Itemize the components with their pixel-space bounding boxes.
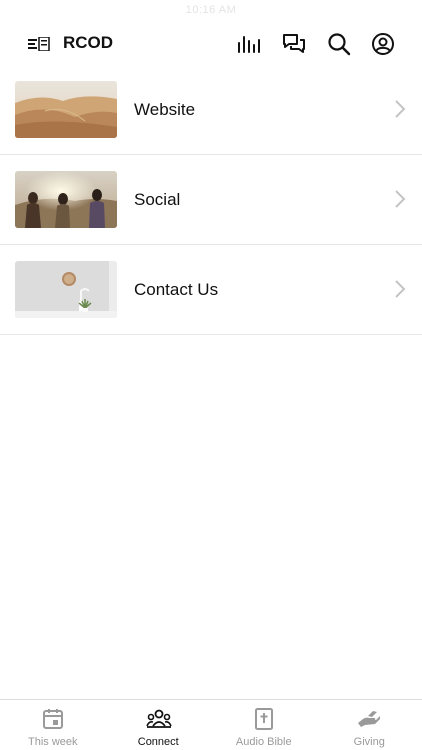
app-header: RCOD: [0, 24, 422, 64]
audio-bars-icon[interactable]: [236, 31, 262, 57]
app-title: RCOD: [63, 33, 114, 52]
list-item-label: Social: [134, 190, 181, 209]
tab-this-week[interactable]: This week: [0, 700, 106, 750]
chevron-right-icon: [394, 280, 406, 298]
calendar-icon: [41, 708, 65, 730]
search-icon[interactable]: [326, 31, 352, 57]
chevron-right-icon: [394, 100, 406, 118]
bottom-tab-bar: This week Connect Audio Bible Giving: [0, 699, 422, 750]
tab-label: Audio Bible: [235, 736, 292, 748]
tab-label: Giving: [353, 736, 385, 748]
list-item-contact-us[interactable]: Contact Us: [0, 245, 422, 335]
giving-hand-icon: [357, 708, 381, 730]
church-logo-icon: [28, 36, 50, 52]
chat-icon[interactable]: [281, 31, 307, 57]
list-item-label: Website: [134, 100, 196, 119]
list-item-website[interactable]: Website: [0, 65, 422, 155]
wall-clock-plant-photo: [15, 261, 117, 318]
bible-icon: [252, 708, 276, 730]
desert-dunes-photo: [15, 81, 117, 138]
tab-label: This week: [27, 736, 78, 748]
tab-audio-bible[interactable]: Audio Bible: [211, 700, 317, 750]
list-item-label: Contact Us: [134, 280, 219, 299]
profile-icon[interactable]: [370, 31, 396, 57]
tab-connect[interactable]: Connect: [106, 700, 212, 750]
connect-list: Website Social Contact Us: [0, 65, 422, 335]
tab-label: Connect: [137, 736, 179, 748]
chevron-right-icon: [394, 190, 406, 208]
friends-sunset-photo: [15, 171, 117, 228]
list-item-social[interactable]: Social: [0, 155, 422, 245]
people-icon: [146, 708, 172, 730]
tab-giving[interactable]: Giving: [317, 700, 422, 750]
status-bar-time: 10:16 AM: [185, 4, 237, 16]
